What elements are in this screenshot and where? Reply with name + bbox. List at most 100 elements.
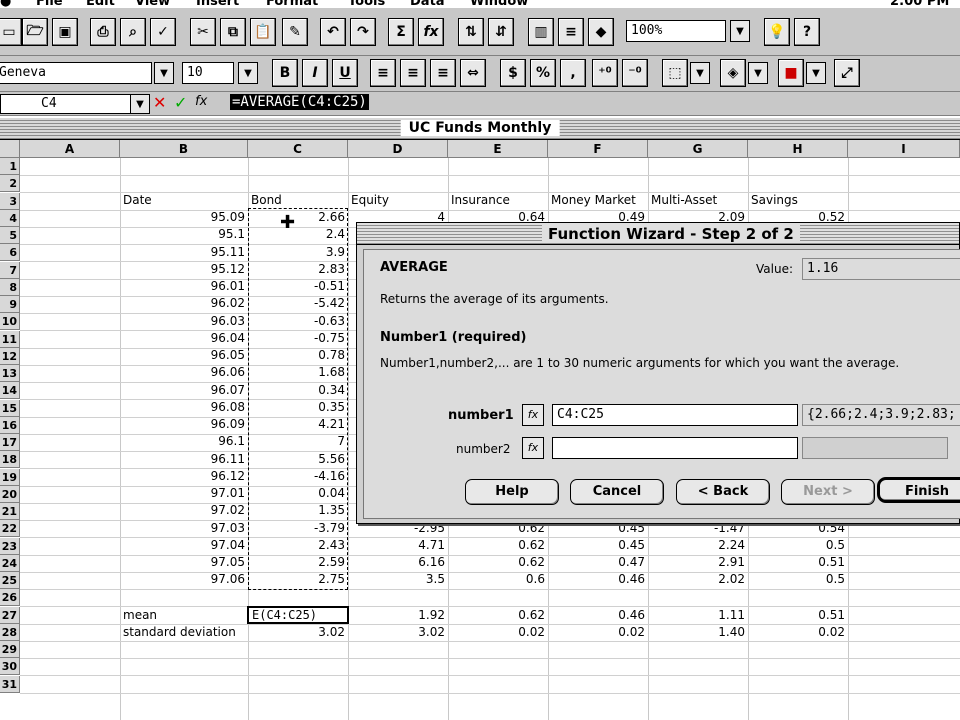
value-cell[interactable]: 2.91 (648, 554, 748, 571)
cell-d27[interactable]: 1.92 (348, 607, 448, 624)
font-color-icon[interactable]: ■ (778, 59, 804, 87)
row-header[interactable]: 18 (0, 451, 20, 469)
value-cell[interactable]: 3.5 (348, 571, 448, 588)
formula-display[interactable]: =AVERAGE(C4:C25) (230, 94, 369, 114)
name-box-dropdown-icon[interactable]: ▼ (130, 94, 150, 114)
menu-insert[interactable]: Insert (196, 0, 239, 8)
row-header[interactable]: 19 (0, 468, 20, 486)
column-header-a[interactable]: A (20, 140, 120, 158)
date-cell[interactable]: 96.1 (120, 433, 248, 450)
date-cell[interactable]: 96.07 (120, 382, 248, 399)
row-header[interactable]: 29 (0, 641, 20, 658)
function-icon[interactable]: fx (195, 94, 207, 109)
row-header[interactable]: 3 (0, 192, 20, 210)
sort-descending-icon[interactable]: ⇵ (488, 18, 514, 46)
cell-f3[interactable]: Money Market (548, 192, 648, 209)
chart-wizard-icon[interactable]: ▥ (528, 18, 554, 46)
dialog-title-bar[interactable]: Function Wizard - Step 2 of 2 (357, 223, 959, 245)
format-painter-icon[interactable]: ✎ (282, 18, 308, 46)
value-cell[interactable]: 0.45 (548, 537, 648, 554)
cell-d28[interactable]: 3.02 (348, 624, 448, 641)
open-folder-icon[interactable]: 🗁 (22, 18, 48, 46)
row-header[interactable]: 1 (0, 158, 20, 175)
bond-cell[interactable]: 0.78 (248, 347, 348, 364)
drawing-toolbar-icon[interactable]: ⤢ (834, 59, 860, 87)
row-header[interactable]: 20 (0, 485, 20, 503)
menu-view[interactable]: View (135, 0, 170, 8)
copy-icon[interactable]: ⧉ (220, 18, 246, 46)
zoom-dropdown-icon[interactable]: ▼ (730, 20, 750, 42)
date-cell[interactable]: 96.02 (120, 295, 248, 312)
date-cell[interactable]: 96.03 (120, 313, 248, 330)
date-cell[interactable]: 95.09 (120, 209, 248, 226)
date-cell[interactable]: 96.04 (120, 330, 248, 347)
back-button[interactable]: < Back (676, 479, 770, 505)
column-header-g[interactable]: G (648, 140, 748, 158)
number1-fx-icon[interactable]: fx (522, 404, 544, 426)
value-cell[interactable]: 6.16 (348, 554, 448, 571)
currency-icon[interactable]: $ (500, 59, 526, 87)
cell-g3[interactable]: Multi-Asset (648, 192, 748, 209)
undo-icon[interactable]: ↶ (320, 18, 346, 46)
value-cell[interactable]: 4.71 (348, 537, 448, 554)
save-icon[interactable]: ▣ (52, 18, 78, 46)
date-cell[interactable]: 96.05 (120, 347, 248, 364)
merge-center-icon[interactable]: ⇔ (460, 59, 486, 87)
bond-cell[interactable]: 4.21 (248, 416, 348, 433)
next-button[interactable]: Next > (781, 479, 875, 505)
increase-decimal-icon[interactable]: ⁺⁰ (592, 59, 618, 87)
row-header[interactable]: 25 (0, 572, 20, 589)
date-cell[interactable]: 97.04 (120, 537, 248, 554)
apple-menu-icon[interactable]: ● (0, 0, 11, 8)
row-header[interactable]: 26 (0, 589, 20, 607)
align-right-icon[interactable]: ≡ (430, 59, 456, 87)
enter-icon[interactable]: ✓ (174, 93, 187, 112)
row-header[interactable]: 31 (0, 675, 20, 693)
value-cell[interactable]: 0.6 (448, 571, 548, 588)
bond-cell[interactable]: -5.42 (248, 295, 348, 312)
paste-icon[interactable]: 📋 (250, 18, 276, 46)
workbook-title-bar[interactable]: UC Funds Monthly (0, 118, 960, 140)
name-box[interactable]: C4 (0, 94, 150, 114)
cell-d3[interactable]: Equity (348, 192, 448, 209)
text-box-icon[interactable]: ≡ (558, 18, 584, 46)
value-cell[interactable]: 0.51 (748, 554, 848, 571)
cut-icon[interactable]: ✂ (190, 18, 216, 46)
cell-b3[interactable]: Date (120, 192, 248, 209)
cancel-icon[interactable]: ✕ (153, 93, 166, 112)
borders-icon[interactable]: ⬚ (662, 59, 688, 87)
row-header[interactable]: 5 (0, 227, 20, 244)
fill-dropdown-icon[interactable]: ▼ (748, 62, 768, 84)
font-name-box[interactable]: Geneva (0, 62, 152, 84)
cell-b27[interactable]: mean (120, 607, 248, 624)
date-cell[interactable]: 97.03 (120, 520, 248, 537)
bond-cell[interactable]: 1.35 (248, 502, 348, 519)
row-header[interactable]: 11 (0, 330, 20, 348)
cell-h28[interactable]: 0.02 (748, 624, 848, 641)
bond-cell[interactable]: 2.59 (248, 554, 348, 571)
bond-cell[interactable]: -0.75 (248, 330, 348, 347)
column-header-c[interactable]: C (248, 140, 348, 158)
date-cell[interactable]: 96.06 (120, 364, 248, 381)
percent-icon[interactable]: % (530, 59, 556, 87)
font-size-box[interactable]: 10 (182, 62, 234, 84)
cell-g28[interactable]: 1.40 (648, 624, 748, 641)
bond-cell[interactable]: -0.51 (248, 278, 348, 295)
date-cell[interactable]: 96.08 (120, 399, 248, 416)
cell-g27[interactable]: 1.11 (648, 607, 748, 624)
row-header[interactable]: 16 (0, 416, 20, 434)
value-cell[interactable]: 0.47 (548, 554, 648, 571)
column-header-h[interactable]: H (748, 140, 848, 158)
column-header-e[interactable]: E (448, 140, 548, 158)
row-header[interactable]: 8 (0, 278, 20, 296)
row-header[interactable]: 24 (0, 554, 20, 572)
value-cell[interactable]: 0.62 (448, 554, 548, 571)
new-document-icon[interactable]: ▭ (0, 18, 22, 46)
menu-edit[interactable]: Edit (86, 0, 115, 8)
cell-e28[interactable]: 0.02 (448, 624, 548, 641)
bond-cell[interactable]: 0.34 (248, 382, 348, 399)
row-header[interactable]: 13 (0, 365, 20, 382)
menu-file[interactable]: File (36, 0, 63, 8)
row-header[interactable]: 28 (0, 623, 20, 641)
date-cell[interactable]: 95.1 (120, 226, 248, 243)
